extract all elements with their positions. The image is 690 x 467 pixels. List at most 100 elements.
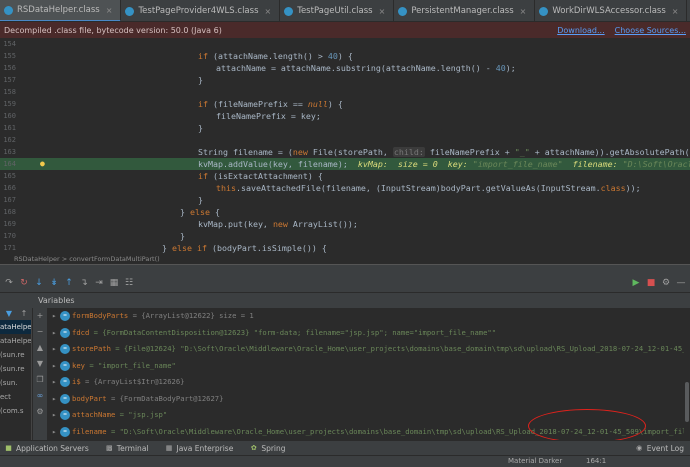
stack-frame[interactable]: (sun.re <box>0 362 31 376</box>
stack-frame[interactable]: (com.s <box>0 404 31 418</box>
variable-value: = "D:\Soft\Oracle\Middleware\Oracle_Home… <box>110 426 684 436</box>
choose-sources-link[interactable]: Choose Sources... <box>615 26 686 35</box>
lightbulb-icon[interactable]: ● <box>40 158 45 170</box>
variable-icon: = <box>60 377 70 387</box>
evaluate-icon[interactable]: ▦ <box>108 277 120 289</box>
variable-icon: = <box>60 344 70 354</box>
variable-row[interactable]: ▸ = attachName = "jsp.jsp" <box>48 407 684 424</box>
status-bar: Material Darker 164:1 <box>0 455 690 467</box>
terminal-icon: ▩ <box>105 443 113 452</box>
stack-frame[interactable]: (sun. <box>0 376 31 390</box>
variable-row[interactable]: ▸ = filename = "D:\Soft\Oracle\Middleware\… <box>48 424 684 441</box>
line-number: 168 <box>3 208 16 216</box>
variable-name: filename <box>72 426 107 436</box>
decompiled-banner: Decompiled .class file, bytecode version… <box>0 22 690 38</box>
variable-row[interactable]: ▸ = i$ = {ArrayList$Itr@12626} <box>48 374 684 391</box>
variable-name: storePath <box>72 344 111 353</box>
drop-frame-icon[interactable]: ↴ <box>78 277 90 289</box>
variable-row[interactable]: ▸ = formBodyParts = {ArrayList@12622} size… <box>48 308 684 325</box>
expand-arrow-icon[interactable]: ▸ <box>52 424 60 441</box>
spring-tab[interactable]: ✿ Spring <box>245 443 286 453</box>
variable-icon: = <box>60 393 70 404</box>
close-icon[interactable]: × <box>379 7 386 16</box>
tab-label: RSDataHelper.class <box>17 5 100 15</box>
java-enterprise-tab[interactable]: ▦ Java Enterprise <box>161 444 234 453</box>
code-line: 160 fileNamePrefix = key; <box>0 110 690 122</box>
code-line: 168} else { <box>0 206 690 218</box>
download-link[interactable]: Download... <box>557 26 604 35</box>
terminal-tab[interactable]: ▩ Terminal <box>101 444 149 453</box>
breadcrumb[interactable]: RSDataHelper > convertFormDataMultiPart(… <box>0 254 690 264</box>
force-step-into-icon[interactable]: ↡ <box>48 277 60 289</box>
stack-frame[interactable]: (sun.re <box>0 348 31 362</box>
event-log-tab[interactable]: ◉ Event Log <box>631 444 684 453</box>
step-out-icon[interactable]: ↑ <box>63 277 75 289</box>
gear-icon[interactable]: ⚙ <box>660 277 672 289</box>
stack-frame[interactable]: ect <box>0 390 31 404</box>
code-line: 167} <box>0 194 690 206</box>
variable-row[interactable]: ▸ = fdcd = {FormDataContentDisposition@126… <box>48 325 684 342</box>
variables-list: ▸ = formBodyParts = {ArrayList@12622} size… <box>48 308 684 440</box>
up-icon[interactable]: ↑ <box>18 308 30 320</box>
editor-tab[interactable]: TestPageUtil.class × <box>280 0 395 21</box>
variable-value: = "import_file_name" <box>89 360 176 370</box>
glasses-icon[interactable]: ∞ <box>33 388 47 404</box>
cursor-position[interactable]: 164:1 <box>586 457 606 465</box>
variable-row[interactable]: ▸ = storePath = {File@12624} "D:\Soft\Orac… <box>48 341 684 358</box>
editor-tab[interactable]: PersistentManager.class × <box>394 0 536 21</box>
editor-tab-bar: RSDataHelper.class × TestPageProvider4WLS.… <box>0 0 690 22</box>
editor-tab[interactable]: WorkDirWLSAccessor.class × <box>535 0 688 21</box>
variables-title: Variables <box>38 296 75 305</box>
add-watch-icon[interactable]: + <box>33 308 47 324</box>
application-servers-tab[interactable]: ■ Application Servers <box>0 444 89 453</box>
event-log-icon: ◉ <box>636 443 643 452</box>
line-number: 159 <box>3 100 16 108</box>
expand-arrow-icon[interactable]: ▸ <box>52 308 60 325</box>
stack-frame[interactable]: ataHelper <box>0 334 31 348</box>
step-into-icon[interactable]: ↓ <box>33 277 45 289</box>
close-icon[interactable]: × <box>265 7 272 16</box>
editor-tab[interactable]: TestPageProvider4WLS.class × <box>121 0 281 21</box>
line-number: 166 <box>3 184 16 192</box>
variables-scrollbar[interactable] <box>684 308 690 440</box>
restart-icon[interactable]: ↻ <box>18 277 30 289</box>
code-line-current: 164 ● kvMap.addValue(key, filename); kvMap… <box>0 158 690 170</box>
settings-icon[interactable]: ⚙ <box>33 404 47 420</box>
code-line: 170} <box>0 230 690 242</box>
expand-arrow-icon[interactable]: ▸ <box>52 341 60 358</box>
variables-side-toolbar: + − ▲ ▼ ❐ ∞ ⚙ <box>33 308 47 440</box>
expand-arrow-icon[interactable]: ▸ <box>52 325 60 342</box>
scroll-thumb[interactable] <box>685 382 689 422</box>
theme-indicator[interactable]: Material Darker <box>508 457 562 465</box>
step-over-icon[interactable]: ↷ <box>3 277 15 289</box>
remove-watch-icon[interactable]: − <box>33 324 47 340</box>
variable-row[interactable]: ▸ = key = "import_file_name" <box>48 358 684 375</box>
resume-icon[interactable]: ▶ <box>630 277 642 289</box>
table-icon[interactable]: ☷ <box>123 277 135 289</box>
expand-arrow-icon[interactable]: ▸ <box>52 391 60 408</box>
expand-arrow-icon[interactable]: ▸ <box>52 374 60 391</box>
close-icon[interactable]: × <box>672 7 679 16</box>
spring-icon: ✿ <box>250 443 257 452</box>
run-to-cursor-icon[interactable]: ⇥ <box>93 277 105 289</box>
variable-row[interactable]: ▸ = bodyPart = {FormDataBodyPart@12627} <box>48 391 684 408</box>
variable-name: formBodyParts <box>72 311 129 320</box>
copy-icon[interactable]: ❐ <box>33 372 47 388</box>
debug-toolbar: ↷ ↻ ↓ ↡ ↑ ↴ ⇥ ▦ ☷ ▶ ■ ⚙ — <box>0 274 690 292</box>
variable-icon: = <box>60 311 70 321</box>
variable-value: = {FormDataBodyPart@12627} <box>110 393 224 403</box>
close-icon[interactable]: × <box>106 6 113 15</box>
stack-frame[interactable]: ataHelper (c <box>0 320 31 334</box>
stop-icon[interactable]: ■ <box>645 277 657 289</box>
line-number: 171 <box>3 244 16 252</box>
variable-icon: = <box>60 360 70 371</box>
minimize-icon[interactable]: — <box>675 277 687 289</box>
close-icon[interactable]: × <box>520 7 527 16</box>
up-arrow-icon[interactable]: ▲ <box>33 340 47 356</box>
expand-arrow-icon[interactable]: ▸ <box>52 407 60 424</box>
down-arrow-icon[interactable]: ▼ <box>33 356 47 372</box>
code-editor[interactable]: 154 155 if (attachName.length() > 40) { 1… <box>0 38 690 254</box>
expand-arrow-icon[interactable]: ▸ <box>52 358 60 375</box>
filter-icon[interactable]: ▼ <box>3 308 15 320</box>
editor-tab[interactable]: RSDataHelper.class × <box>0 0 122 21</box>
